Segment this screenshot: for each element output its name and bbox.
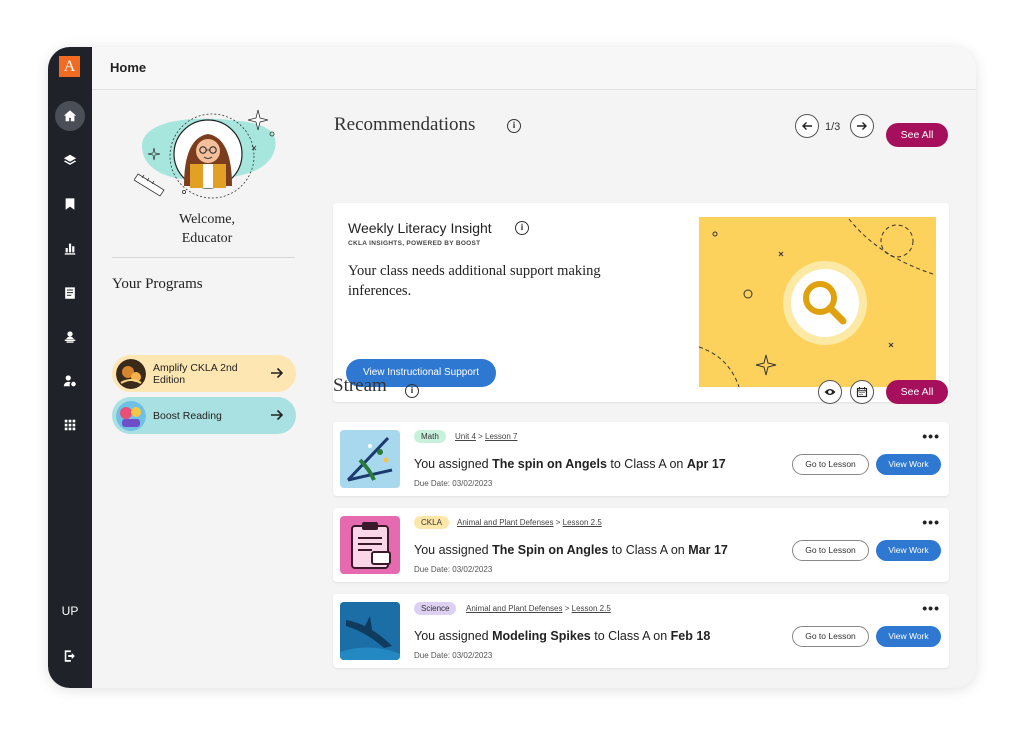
go-to-lesson-button[interactable]: Go to Lesson: [792, 540, 869, 561]
breadcrumb-unit[interactable]: Unit 4: [455, 432, 476, 441]
assignment-date: Mar 17: [688, 543, 728, 557]
layers-icon[interactable]: [55, 145, 85, 175]
science-lesson-thumbnail: [340, 602, 400, 660]
welcome-text: Welcome, Educator: [112, 210, 302, 248]
ckla-lesson-thumbnail: [340, 516, 400, 574]
app-frame: A UP Home Welcome, Educator Your Program…: [48, 47, 976, 688]
program-boost-reading[interactable]: Boost Reading: [112, 397, 296, 434]
arrow-right-icon: [271, 367, 284, 379]
math-lesson-thumbnail: [340, 430, 400, 488]
breadcrumb-unit[interactable]: Animal and Plant Defenses: [466, 604, 563, 613]
logout-icon[interactable]: [55, 641, 85, 671]
program-label: Boost Reading: [153, 409, 222, 422]
more-options-icon[interactable]: •••: [922, 600, 940, 616]
go-to-lesson-button[interactable]: Go to Lesson: [792, 454, 869, 475]
assignment-middle: to Class A on: [594, 629, 668, 643]
more-options-icon[interactable]: •••: [922, 428, 940, 444]
program-ckla[interactable]: Amplify CKLA 2nd Edition: [112, 355, 296, 392]
lesson-breadcrumb[interactable]: Animal and Plant Defenses > Lesson 2.5: [466, 604, 611, 613]
view-work-button[interactable]: View Work: [876, 626, 941, 647]
programs-heading: Your Programs: [112, 276, 203, 292]
program-label: Amplify CKLA 2nd Edition: [153, 361, 238, 386]
assignment-date: Feb 18: [670, 629, 711, 643]
assignment-date: Apr 17: [686, 457, 726, 471]
breadcrumb-lesson[interactable]: Lesson 2.5: [563, 518, 602, 527]
view-work-button[interactable]: View Work: [876, 540, 941, 561]
go-to-lesson-button[interactable]: Go to Lesson: [792, 626, 869, 647]
ckla-program-icon: [116, 358, 146, 389]
due-date: Due Date: 03/02/2023: [414, 565, 493, 574]
amplify-logo[interactable]: A: [59, 56, 80, 77]
bookmark-icon[interactable]: [55, 189, 85, 219]
assignment-prefix: You assigned: [414, 629, 489, 643]
assignment-middle: to Class A on: [611, 543, 685, 557]
stream-item: Science Animal and Plant Defenses > Less…: [333, 594, 949, 668]
assignment-prefix: You assigned: [414, 457, 489, 471]
page-title: Home: [110, 60, 147, 75]
assignment-text: You assigned The spin on Angels to Class…: [414, 457, 726, 471]
subject-tag: Science: [414, 602, 457, 615]
educator-avatar: [134, 109, 276, 199]
home-icon[interactable]: [55, 101, 85, 131]
lesson-breadcrumb[interactable]: Animal and Plant Defenses > Lesson 2.5: [457, 518, 602, 527]
presenter-icon[interactable]: [55, 322, 85, 352]
user-settings-icon[interactable]: [55, 366, 85, 396]
breadcrumb-unit[interactable]: Animal and Plant Defenses: [457, 518, 554, 527]
boost-program-icon: [116, 400, 146, 431]
bar-chart-icon[interactable]: [55, 233, 85, 263]
assignment-text: You assigned The Spin on Angles to Class…: [414, 543, 728, 557]
lesson-breadcrumb[interactable]: Unit 4 > Lesson 7: [455, 432, 518, 441]
document-icon[interactable]: [55, 278, 85, 308]
breadcrumb-lesson[interactable]: Lesson 2.5: [572, 604, 611, 613]
assignment-prefix: You assigned: [414, 543, 489, 557]
due-date: Due Date: 03/02/2023: [414, 479, 493, 488]
more-options-icon[interactable]: •••: [922, 514, 940, 530]
stream-item: Math Unit 4 > Lesson 7 You assigned The …: [333, 422, 949, 496]
user-role: Educator: [181, 231, 233, 246]
divider: [112, 257, 295, 258]
nav-rail: A UP: [48, 47, 92, 688]
breadcrumb-lesson[interactable]: Lesson 7: [485, 432, 517, 441]
assignment-middle: to Class A on: [610, 457, 684, 471]
user-initials-button[interactable]: UP: [48, 604, 92, 618]
arrow-right-icon: [271, 409, 284, 421]
subject-tag: Math: [414, 430, 446, 443]
welcome-line: Welcome,: [178, 212, 235, 227]
assignment-name: Modeling Spikes: [492, 629, 591, 643]
due-date: Due Date: 03/02/2023: [414, 651, 493, 660]
stream-item: CKLA Animal and Plant Defenses > Lesson …: [333, 508, 949, 582]
view-work-button[interactable]: View Work: [876, 454, 941, 475]
stream-list: Math Unit 4 > Lesson 7 You assigned The …: [333, 47, 949, 688]
assignment-text: You assigned Modeling Spikes to Class A …: [414, 629, 710, 643]
assignment-name: The Spin on Angles: [492, 543, 609, 557]
subject-tag: CKLA: [414, 516, 449, 529]
profile-column: Welcome, Educator Your Programs Amplify …: [92, 90, 307, 688]
apps-grid-icon[interactable]: [55, 410, 85, 440]
assignment-name: The spin on Angels: [492, 457, 607, 471]
